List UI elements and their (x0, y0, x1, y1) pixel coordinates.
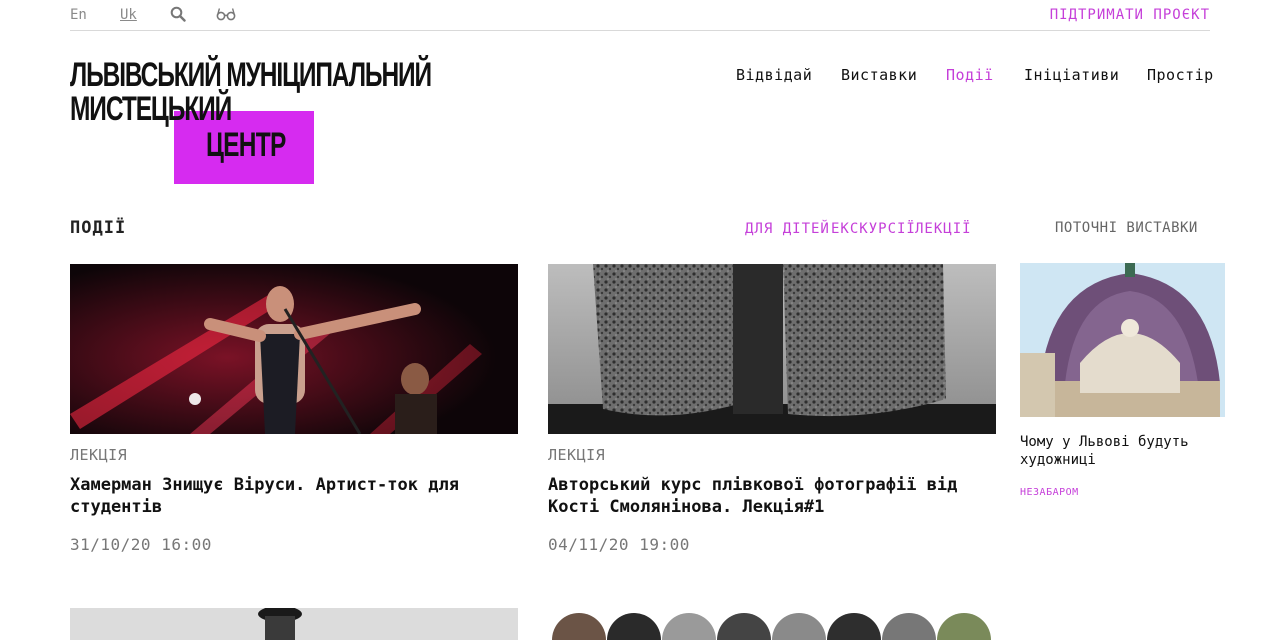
language-uk-link[interactable]: Uk (120, 7, 137, 23)
event-image-photography[interactable] (548, 264, 996, 434)
card-title-link[interactable]: Хамерман Знищує Віруси. Артист-ток для с… (70, 474, 518, 518)
exhibition-status-badge: НЕЗАБАРОМ (1020, 487, 1079, 498)
support-project-link[interactable]: ПІДТРИМАТИ ПРОЄКТ (1050, 7, 1210, 23)
event-image-next-2[interactable] (552, 612, 992, 640)
event-image-concert[interactable] (70, 264, 518, 434)
logo-line-1: ЛЬВІВСЬКИЙ МУНІЦИПАЛЬНИЙ (70, 56, 432, 94)
card-date: 04/11/20 19:00 (548, 535, 690, 554)
glasses-icon[interactable] (216, 6, 236, 22)
language-en-link[interactable]: En (70, 7, 87, 23)
current-exhibitions-title: ПОТОЧНІ ВИСТАВКИ (1055, 220, 1198, 236)
card-category: ЛЕКЦІЯ (70, 446, 128, 464)
nav-events[interactable]: Події (946, 66, 994, 84)
logo-line-2: МИСТЕЦЬКИЙ (70, 90, 232, 128)
search-icon[interactable] (170, 6, 186, 22)
nav-initiatives[interactable]: Ініціативи (1024, 66, 1119, 84)
card-date: 31/10/20 16:00 (70, 535, 212, 554)
section-title: ПОДІЇ (70, 218, 127, 238)
nav-exhibitions[interactable]: Виставки (841, 66, 917, 84)
nav-visit[interactable]: Відвідай (736, 66, 812, 84)
filter-excursions[interactable]: ЕКСКУРСІЇ (831, 221, 916, 237)
card-title-link[interactable]: Авторський курс плівкової фотографії від… (548, 474, 996, 518)
logo-line-3: ЦЕНТР (206, 126, 286, 164)
event-image-next-1[interactable] (70, 608, 518, 640)
top-bar: En Uk ПІДТРИМАТИ ПРОЄКТ (70, 0, 1210, 31)
logo-text: ЛЬВІВСЬКИЙ МУНІЦИПАЛЬНИЙ МИСТЕЦЬКИЙ (70, 56, 432, 128)
exhibition-title-link[interactable]: Чому у Львові будуть художниці (1020, 433, 1230, 469)
nav-space[interactable]: Простір (1147, 66, 1214, 84)
exhibition-image-lviv[interactable] (1020, 263, 1225, 417)
filter-kids[interactable]: ДЛЯ ДІТЕЙ (745, 221, 830, 237)
filter-lectures[interactable]: ЛЕКЦІЇ (915, 221, 972, 237)
card-category: ЛЕКЦІЯ (548, 446, 606, 464)
